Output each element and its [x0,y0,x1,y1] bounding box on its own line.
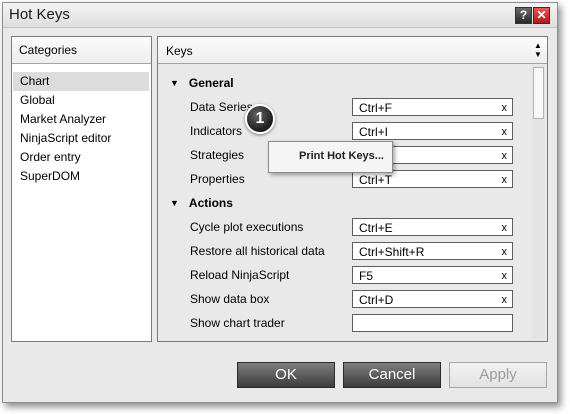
hotkey-value: Ctrl+F [359,101,392,115]
category-ninjascript-editor[interactable]: NinjaScript editor [13,129,149,148]
category-market-analyzer[interactable]: Market Analyzer [13,110,149,129]
cancel-button[interactable]: Cancel [343,362,441,388]
group-general[interactable]: ▼ General [170,76,234,90]
collapse-triangle-icon[interactable]: ▼ [170,198,179,208]
sort-up-icon[interactable]: ▲ [534,42,542,50]
hotkey-value: Ctrl+T [359,173,392,187]
hotkey-value: Ctrl+I [359,125,389,139]
hotkey-field-show-data-box[interactable]: Ctrl+D x [352,290,513,308]
callout-number-badge: 1 [245,104,275,134]
hotkey-field-indicators[interactable]: Ctrl+I x [352,122,513,140]
ok-button[interactable]: OK [237,362,335,388]
clear-hotkey-button[interactable]: x [502,174,508,186]
hotkey-value: Ctrl+Shift+R [359,245,425,259]
hotkey-label-indicators: Indicators [190,124,243,138]
clear-hotkey-button[interactable]: x [502,246,508,258]
window-title: Hot Keys [9,6,70,23]
apply-button[interactable]: Apply [449,362,547,388]
title-bar: Hot Keys ? ✕ [3,3,557,28]
categories-panel: Categories Chart Global Market Analyzer … [11,36,152,342]
group-actions-label: Actions [188,196,233,210]
print-hot-keys-menu-item[interactable]: Print Hot Keys... [299,150,384,162]
hotkey-label-strategies: Strategies [190,148,245,162]
group-general-label: General [188,76,234,90]
keys-panel: Keys ▲ ▼ ▼ General Data Series Ctrl+F x I… [157,36,548,342]
help-button[interactable]: ? [515,7,532,24]
hotkey-value: F5 [359,269,374,283]
group-actions[interactable]: ▼ Actions [170,196,233,210]
hotkey-field-restore-historical-data[interactable]: Ctrl+Shift+R x [352,242,513,260]
hotkey-label-show-chart-trader: Show chart trader [190,316,285,330]
hotkey-label-cycle-plot-executions: Cycle plot executions [190,220,304,234]
keys-header: Keys ▲ ▼ [158,37,547,64]
hotkey-field-reload-ninjascript[interactable]: F5 x [352,266,513,284]
sort-down-icon[interactable]: ▼ [534,51,542,59]
hotkey-label-restore-historical-data: Restore all historical data [190,244,325,258]
category-chart[interactable]: Chart [13,72,149,91]
keys-header-label: Keys [166,44,193,58]
hotkey-field-data-series[interactable]: Ctrl+F x [352,98,513,116]
clear-hotkey-button[interactable]: x [502,222,508,234]
clear-hotkey-button[interactable]: x [502,126,508,138]
categories-header: Categories [12,37,151,64]
hotkey-value: Ctrl+D [359,293,394,307]
scrollbar-thumb[interactable] [533,67,544,119]
clear-hotkey-button[interactable]: x [502,270,508,282]
hotkey-label-properties: Properties [190,172,245,186]
context-menu: Print Hot Keys... [268,141,393,173]
category-global[interactable]: Global [13,91,149,110]
hotkey-field-show-chart-trader[interactable] [352,314,513,332]
clear-hotkey-button[interactable]: x [502,102,508,114]
hotkey-value: Ctrl+E [359,221,393,235]
collapse-triangle-icon[interactable]: ▼ [170,78,179,88]
clear-hotkey-button[interactable]: x [502,294,508,306]
clear-hotkey-button[interactable]: x [502,150,508,162]
category-superdom[interactable]: SuperDOM [13,167,149,186]
hotkey-label-show-data-box: Show data box [190,292,270,306]
category-order-entry[interactable]: Order entry [13,148,149,167]
close-button[interactable]: ✕ [533,7,550,24]
hot-keys-window: Hot Keys ? ✕ Categories Chart Global Mar… [2,2,558,403]
hotkey-field-cycle-plot-executions[interactable]: Ctrl+E x [352,218,513,236]
hotkey-label-data-series: Data Series [190,100,253,114]
hotkey-label-reload-ninjascript: Reload NinjaScript [190,268,290,282]
